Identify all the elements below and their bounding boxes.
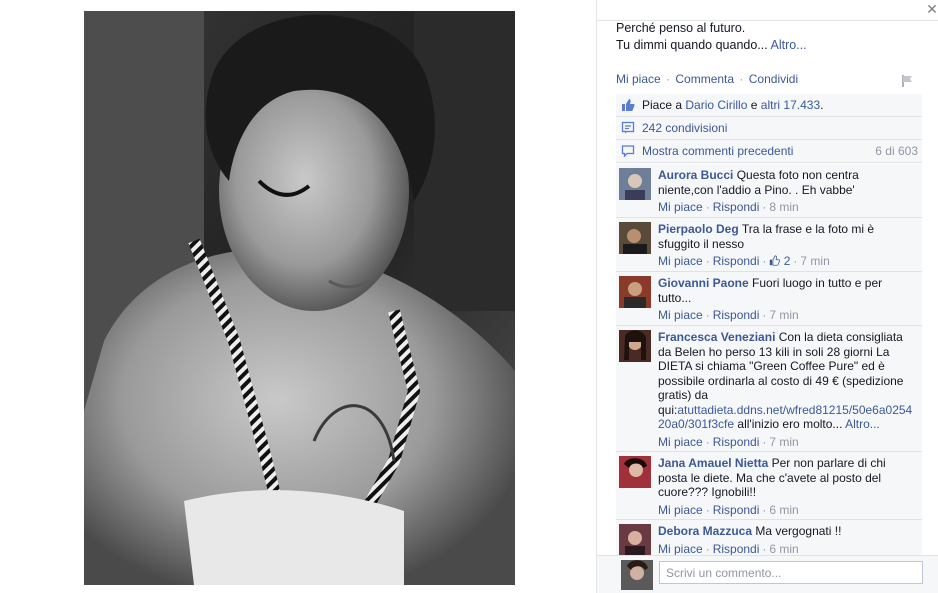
comment-time[interactable]: 6 min (769, 542, 798, 556)
comment-body: Giovanni Paone Fuori luogo in tutto e pe… (658, 276, 913, 323)
comment-like-link[interactable]: Mi piace (658, 254, 703, 268)
action-separator: · (666, 72, 671, 86)
avatar (621, 560, 653, 590)
likes-prefix: Piace a (642, 98, 683, 112)
comment-author[interactable]: Pierpaolo Deg (658, 222, 739, 236)
share-icon (621, 121, 635, 134)
comment-author[interactable]: Aurora Bucci (658, 168, 733, 182)
comment-author[interactable]: Francesca Veneziani (658, 330, 775, 344)
thumbs-up-icon (622, 99, 635, 111)
comment-meta: Mi piace · Rispondi · 7 min (658, 434, 799, 449)
shares-row[interactable]: 242 condivisioni (616, 117, 922, 140)
avatar[interactable] (619, 524, 651, 556)
caption-more-link[interactable]: Altro... (771, 38, 807, 52)
avatar[interactable] (619, 276, 651, 308)
close-icon[interactable]: ✕ (925, 2, 938, 16)
comment-author[interactable]: Debora Mazzuca (658, 524, 752, 538)
comment-author[interactable]: Giovanni Paone (658, 276, 749, 290)
likes-name-link[interactable]: Dario Cirillo (685, 98, 747, 112)
comment-bubble-icon (621, 145, 635, 158)
comment-text: Ma vergognati !! (755, 524, 842, 538)
post-side-panel: ✕ Perché penso al futuro. Tu dimmi quand… (596, 0, 938, 593)
comment-item: Francesca Veneziani Con la dieta consigl… (616, 326, 922, 452)
comment-meta: Mi piace · Rispondi · 8 min (658, 200, 799, 214)
avatar[interactable] (619, 168, 651, 200)
previous-comments-row[interactable]: Mostra commenti precedenti 6 di 603 (616, 140, 922, 163)
comment-item: Pierpaolo Deg Tra la frase e la foto mi … (616, 218, 922, 272)
comment-reply-link[interactable]: Rispondi (713, 200, 760, 214)
likes-others-link[interactable]: altri 17.433 (761, 98, 820, 112)
ufi-summary: Piace a Dario Cirillo e altri 17.433. 24… (616, 94, 922, 163)
comment-item: Debora Mazzuca Ma vergognati !! Mi piace… (616, 520, 922, 556)
likes-row: Piace a Dario Cirillo e altri 17.433. (616, 94, 922, 117)
previous-comments-link[interactable]: Mostra commenti precedenti (642, 144, 793, 158)
flag-icon[interactable] (900, 74, 914, 88)
comment-composer (597, 555, 938, 593)
comment-body: Aurora Bucci Questa foto non centra nien… (658, 168, 913, 215)
comment-like-link[interactable]: Mi piace (658, 542, 703, 556)
caption-line-2: Tu dimmi quando quando... Altro... (616, 37, 916, 54)
comment-like-link[interactable]: Mi piace (658, 435, 703, 449)
comment-reply-link[interactable]: Rispondi (713, 254, 760, 268)
comment-like-link[interactable]: Mi piace (658, 503, 703, 517)
post-actions: Mi piace · Commenta · Condividi (616, 72, 798, 86)
avatar[interactable] (619, 456, 651, 488)
share-action[interactable]: Condividi (749, 72, 798, 86)
likes-suffix: . (820, 98, 824, 112)
comment-body: Debora Mazzuca Ma vergognati !! Mi piace… (658, 524, 913, 557)
comment-body: Pierpaolo Deg Tra la frase e la foto mi … (658, 222, 913, 269)
likes-conj: e (750, 98, 758, 112)
comment-meta: Mi piace · Rispondi · 6 min (658, 502, 799, 517)
caption-line-2-text: Tu dimmi quando quando... (616, 38, 768, 52)
avatar[interactable] (619, 330, 651, 362)
photo-image (84, 11, 515, 585)
comment-like-link[interactable]: Mi piace (658, 200, 703, 214)
comment-item: Aurora Bucci Questa foto non centra nien… (616, 164, 922, 218)
comment-author[interactable]: Jana Amauel Nietta (658, 456, 768, 470)
like-action[interactable]: Mi piace (616, 72, 661, 86)
comment-likes-count[interactable]: 2 (769, 254, 790, 268)
comment-reply-link[interactable]: Rispondi (713, 308, 760, 322)
photo-stage (0, 0, 596, 593)
post-caption: Perché penso al futuro. Tu dimmi quando … (616, 20, 916, 54)
comment-like-link[interactable]: Mi piace (658, 308, 703, 322)
comment-time[interactable]: 6 min (769, 503, 798, 517)
comment-reply-link[interactable]: Rispondi (713, 542, 760, 556)
shares-count-link[interactable]: 242 condivisioni (642, 121, 727, 135)
thumbs-up-icon (770, 255, 781, 266)
caption-line-1: Perché penso al futuro. (616, 21, 746, 35)
comment-time[interactable]: 7 min (769, 435, 798, 449)
comment-item: Giovanni Paone Fuori luogo in tutto e pe… (616, 272, 922, 326)
comment-meta: Mi piace · Rispondi · 7 min (658, 308, 799, 322)
comment-time[interactable]: 7 min (769, 308, 798, 322)
comment-item: Jana Amauel Nietta Per non parlare di ch… (616, 452, 922, 520)
comment-meta: Mi piace · Rispondi · 2 · 7 min (658, 254, 830, 268)
action-separator: · (739, 72, 744, 86)
comment-body: Francesca Veneziani Con la dieta consigl… (658, 330, 913, 450)
comment-time[interactable]: 7 min (800, 254, 829, 268)
comment-input[interactable] (659, 561, 923, 584)
comment-text-tail: all'inizio ero molto... (734, 417, 843, 431)
comment-reply-link[interactable]: Rispondi (713, 503, 760, 517)
comment-body: Jana Amauel Nietta Per non parlare di ch… (658, 456, 913, 518)
avatar[interactable] (619, 222, 651, 254)
comment-more-link[interactable]: Altro... (845, 417, 880, 431)
comment-time[interactable]: 8 min (769, 200, 798, 214)
post-photo[interactable] (84, 11, 515, 585)
comment-reply-link[interactable]: Rispondi (713, 435, 760, 449)
comment-action[interactable]: Commenta (675, 72, 734, 86)
comments-pager-count: 6 di 603 (875, 144, 918, 158)
